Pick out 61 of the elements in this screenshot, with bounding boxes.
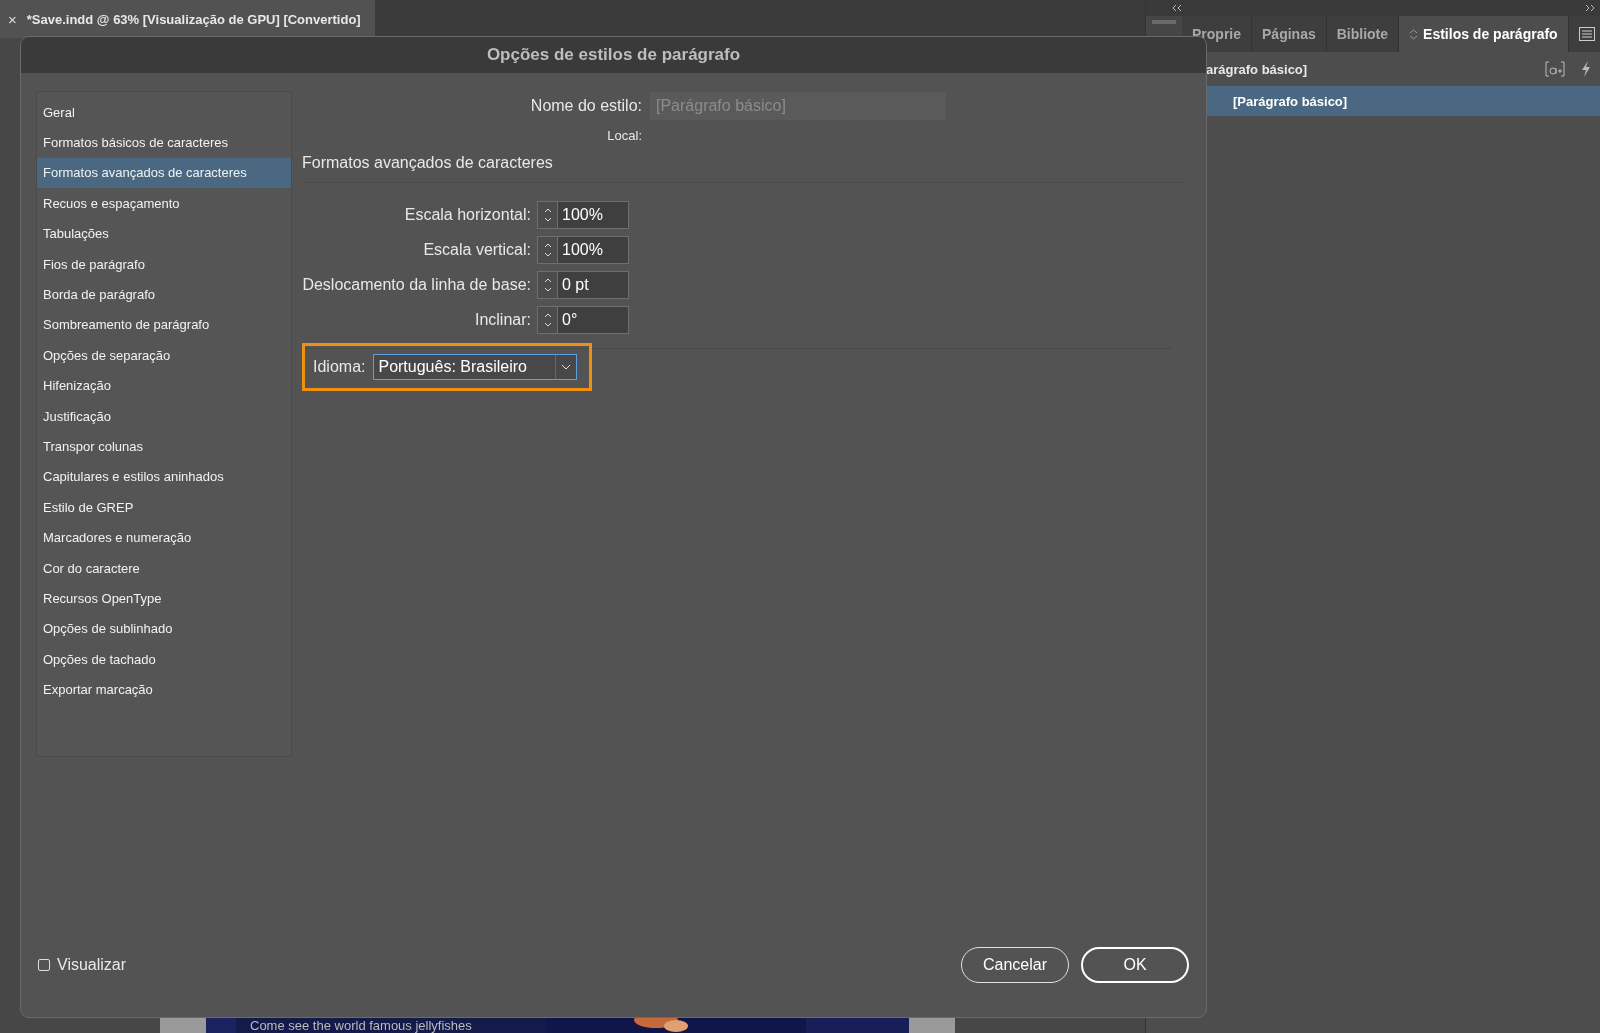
field-label: Idioma: xyxy=(313,358,366,376)
dialog-title: Opções de estilos de parágrafo xyxy=(486,45,741,65)
stepper-button[interactable] xyxy=(537,236,558,264)
category-item[interactable]: Transpor colunas xyxy=(37,431,291,462)
panel-tab[interactable]: Páginas xyxy=(1252,16,1327,52)
stepper-icon xyxy=(542,206,553,224)
number-field[interactable]: 100% xyxy=(558,201,629,229)
field-label: Local: xyxy=(606,127,642,143)
category-item[interactable]: Recuos e espaçamento xyxy=(37,188,291,219)
document-tab[interactable]: × *Save.indd @ 63% [Visualização de GPU] [Convertido] xyxy=(0,0,375,38)
category-item[interactable]: Sombreamento de parágrafo xyxy=(37,309,291,341)
field-label: Escala vertical: xyxy=(422,241,531,259)
caret-icon xyxy=(561,364,572,370)
panel-tab[interactable]: Estilos de parágrafo xyxy=(1399,16,1569,52)
category-item[interactable]: Estilo de GREP xyxy=(37,492,291,523)
category-item[interactable]: Geral xyxy=(37,97,291,128)
sort-icon xyxy=(1409,28,1419,40)
category-item[interactable]: Recursos OpenType xyxy=(37,583,291,614)
lightning-icon[interactable] xyxy=(1581,61,1591,77)
section-title: Formatos avançados de caracteres xyxy=(302,149,1182,183)
field-label: Escala horizontal: xyxy=(403,206,531,224)
category-item[interactable]: Cor do caractere xyxy=(37,552,291,584)
category-item[interactable]: Opções de tachado xyxy=(37,644,291,675)
stepper-button[interactable] xyxy=(537,271,558,299)
current-style: arágrafo básico] xyxy=(1206,61,1309,77)
stepper-icon xyxy=(542,276,553,294)
stepper-button[interactable] xyxy=(537,201,558,229)
close-button[interactable]: × xyxy=(8,10,17,28)
checkbox[interactable] xyxy=(38,959,50,971)
category-item[interactable]: Opções de separação xyxy=(37,340,291,371)
collapse-icon[interactable] xyxy=(1172,4,1182,12)
category-item[interactable]: Marcadores e numeração xyxy=(37,522,291,553)
category-item[interactable]: Tabulações xyxy=(37,218,291,249)
menu-icon[interactable] xyxy=(1579,27,1595,41)
number-field[interactable]: 0° xyxy=(558,306,629,334)
category-item[interactable]: Fios de parágrafo xyxy=(37,248,291,280)
language-dropdown[interactable]: Português: Brasileiro xyxy=(373,354,578,380)
field-label: Deslocamento da linha de base: xyxy=(302,276,531,294)
ok-button[interactable]: OK xyxy=(1081,947,1189,983)
field-label: Inclinar: xyxy=(473,311,531,329)
category-item[interactable]: Exportar marcação xyxy=(37,674,291,705)
stepper-icon xyxy=(542,311,553,329)
number-field[interactable]: 100% xyxy=(558,236,629,264)
category-item[interactable]: Formatos avançados de caracteres xyxy=(37,157,291,189)
category-item[interactable]: Borda de parágrafo xyxy=(37,279,291,310)
category-item[interactable]: Formatos básicos de caracteres xyxy=(37,127,291,158)
category-item[interactable]: Hifenização xyxy=(37,370,291,401)
new-style-icon[interactable] xyxy=(1545,61,1565,77)
stepper-button[interactable] xyxy=(537,306,558,334)
document-text: Come see the world famous jellyfishes xyxy=(250,1018,472,1033)
field-label: Nome do estilo: xyxy=(529,97,642,115)
category-item[interactable]: Capitulares e estilos aninhados xyxy=(37,461,291,493)
stepper-icon xyxy=(542,241,553,259)
category-item[interactable]: Opções de sublinhado xyxy=(37,613,291,645)
grip-icon[interactable] xyxy=(1152,20,1176,24)
category-item[interactable]: Justificação xyxy=(37,400,291,432)
checkbox-label[interactable]: Visualizar xyxy=(57,956,127,974)
number-field[interactable]: 0 pt xyxy=(558,271,629,299)
document-title: *Save.indd @ 63% [Visualização de GPU] [Convertido] xyxy=(26,11,361,27)
expand-icon[interactable] xyxy=(1585,4,1595,12)
cancel-button[interactable]: Cancelar xyxy=(961,947,1069,983)
